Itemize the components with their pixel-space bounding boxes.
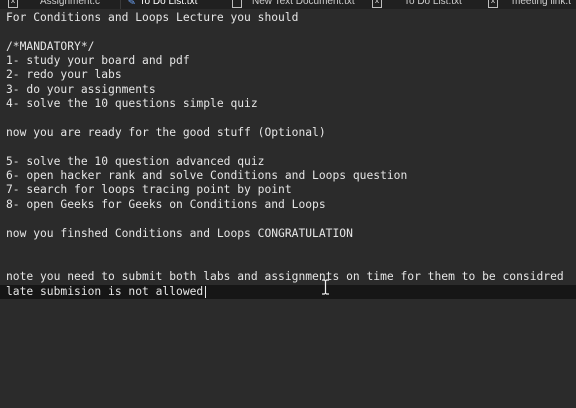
editor-line: 3- do your assignments — [6, 83, 156, 96]
text-cursor-icon — [322, 279, 329, 295]
editor-line: 5- solve the 10 question advanced quiz — [6, 155, 265, 168]
text-caret — [205, 286, 207, 298]
editor-line: 1- study your board and pdf — [6, 54, 190, 67]
editor-line: 2- redo your labs — [6, 68, 122, 81]
editor-line: /*MANDATORY*/ — [6, 40, 95, 53]
notepad-window: x Assignment.c ✎ To Do List.txt New Text… — [0, 0, 576, 408]
editor-line: 6- open hacker rank and solve Conditions… — [6, 169, 408, 182]
pencil-icon: ✎ — [127, 0, 137, 8]
tab-meeting-link[interactable]: x meeting link.t — [488, 0, 571, 9]
editor-line: 7- search for loops tracing point by poi… — [6, 183, 292, 196]
close-tab-icon[interactable]: x — [488, 0, 498, 8]
close-tab-icon[interactable] — [232, 0, 242, 8]
editor-line: now you are ready for the good stuff (Op… — [6, 126, 326, 139]
close-tab-icon[interactable]: x — [8, 0, 18, 8]
tab-assignment-c[interactable]: x Assignment.c — [8, 0, 100, 9]
tab-bar: x Assignment.c ✎ To Do List.txt New Text… — [0, 0, 576, 9]
tab-label: Assignment.c — [40, 0, 101, 7]
tab-label: To Do List.txt — [404, 0, 462, 7]
text-editor[interactable]: For Conditions and Loops Lecture you sho… — [0, 9, 576, 408]
editor-line: For Conditions and Loops Lecture you sho… — [6, 11, 299, 24]
tab-new-text-document[interactable]: New Text Document.txt — [232, 0, 355, 9]
editor-line: now you finshed Conditions and Loops CON… — [6, 227, 353, 240]
tab-to-do-list[interactable]: x To Do List.txt — [372, 0, 462, 9]
tab-divider — [120, 0, 121, 9]
editor-line: 4- solve the 10 questions simple quiz — [6, 97, 258, 110]
editor-line: note you need to submit both labs and as… — [6, 270, 564, 283]
editor-line: 8- open Geeks for Geeks on Conditions an… — [6, 198, 326, 211]
editor-line-current: late submision is not allowed — [6, 285, 207, 299]
tab-to-do-list-active[interactable]: ✎ To Do List.txt — [127, 0, 198, 9]
editor-line-text: late submision is not allowed — [6, 285, 204, 298]
tab-label: meeting link.t — [512, 0, 571, 7]
close-tab-icon[interactable]: x — [372, 0, 382, 8]
tab-label: New Text Document.txt — [252, 0, 355, 7]
tab-label: To Do List.txt — [139, 0, 198, 7]
